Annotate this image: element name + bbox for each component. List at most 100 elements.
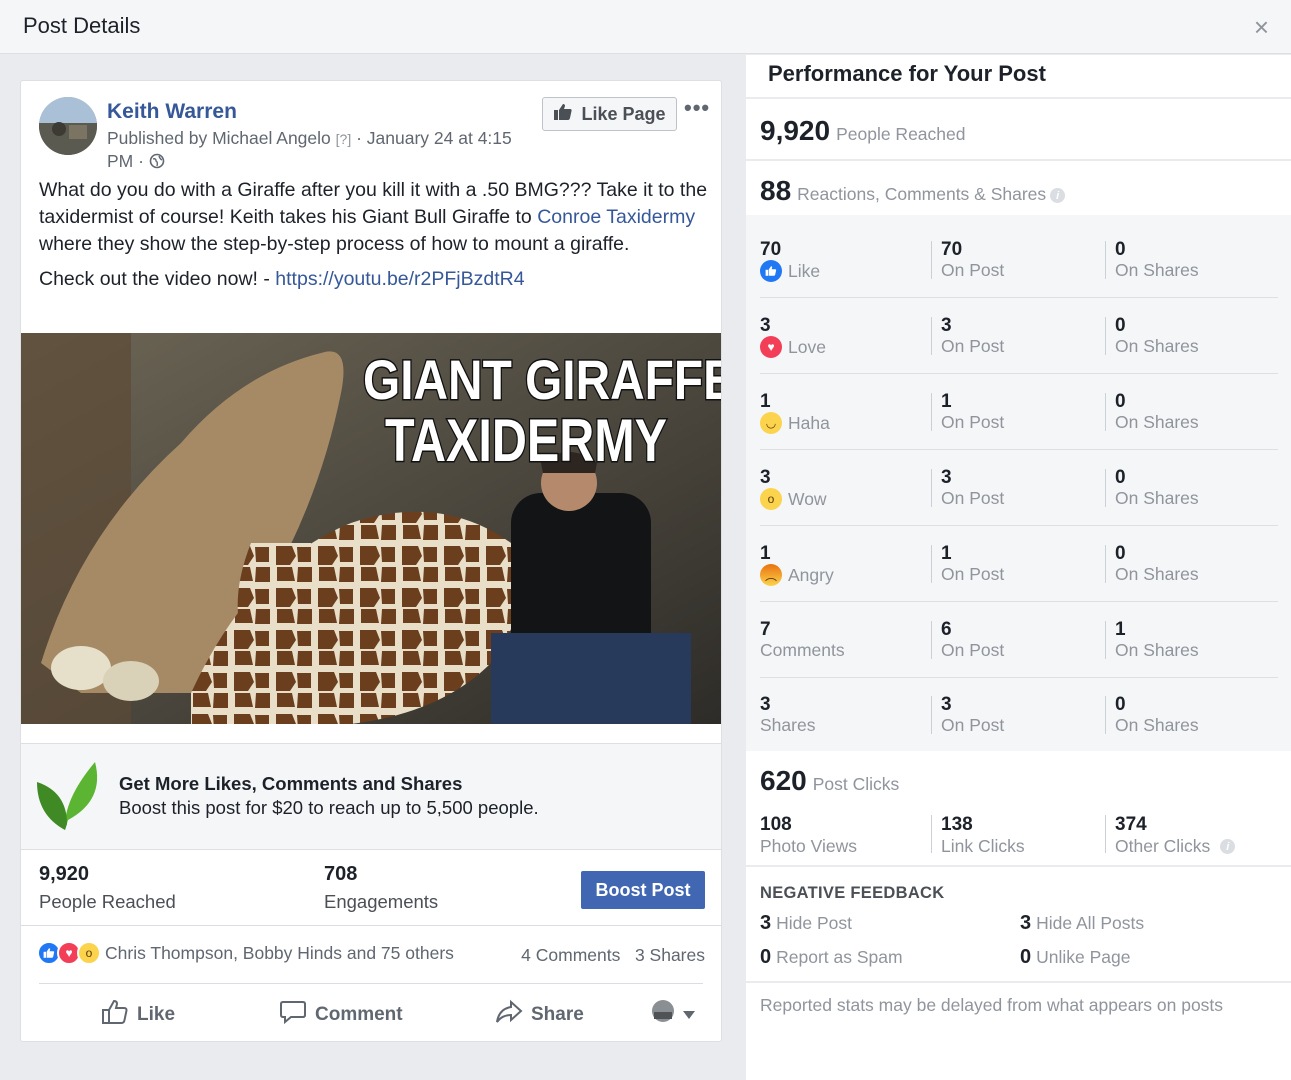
like-count: 70 xyxy=(760,239,782,260)
avatar[interactable] xyxy=(39,97,97,155)
column-separator xyxy=(1105,545,1106,583)
shares-count[interactable]: 3 Shares xyxy=(635,945,705,965)
post-text-part: Check out the video now! - xyxy=(39,268,276,290)
like-button[interactable]: Like xyxy=(101,999,175,1031)
like-reaction-icon xyxy=(760,260,782,282)
angry-reaction-icon: ︵ xyxy=(760,564,782,586)
column-separator xyxy=(1105,696,1106,734)
hide-post-stat: 3 Hide Post xyxy=(760,912,852,935)
on-post-label: On Post xyxy=(941,488,1005,508)
post-card: Keith Warren Published by Michael Angelo… xyxy=(20,80,722,1042)
youtube-link[interactable]: https://youtu.be/r2PFjBzdtR4 xyxy=(275,268,524,290)
wow-count: 3 xyxy=(760,467,771,488)
published-by[interactable]: Published by Michael Angelo xyxy=(107,128,331,148)
haha-label: ◡ Haha xyxy=(760,412,830,434)
photo-views-count: 108 xyxy=(760,814,792,835)
engagement-counts: 4 Comments 3 Shares xyxy=(521,945,705,966)
report-spam-stat: 0 Report as Spam xyxy=(760,946,903,969)
photo-views-label: Photo Views xyxy=(760,836,857,856)
row-divider xyxy=(760,449,1278,450)
on-shares-label: On Shares xyxy=(1115,412,1199,432)
column-separator xyxy=(931,469,932,507)
link-clicks-label: Link Clicks xyxy=(941,836,1025,856)
on-shares-label: On Shares xyxy=(1115,336,1199,356)
on-shares-count: 0 xyxy=(1115,315,1126,336)
like-page-button[interactable]: Like Page xyxy=(542,97,677,131)
on-post-count: 6 xyxy=(941,619,952,640)
wow-reaction-icon: o xyxy=(77,941,101,965)
boost-post-button[interactable]: Boost Post xyxy=(581,871,705,909)
globe-icon xyxy=(149,151,165,171)
more-options-icon[interactable]: ••• xyxy=(684,95,710,121)
column-separator xyxy=(1105,241,1106,279)
author-name[interactable]: Keith Warren xyxy=(107,100,237,124)
chevron-down-icon xyxy=(683,1003,695,1025)
hide-all-label: Hide All Posts xyxy=(1036,913,1145,933)
other-clicks-label: Other Clicks i xyxy=(1115,836,1236,857)
column-separator xyxy=(931,393,932,431)
reactions-section: 88 Reactions, Comments & Shares i xyxy=(746,159,1291,215)
performance-pane: Performance for Your Post 9,920 People Re… xyxy=(746,55,1291,1080)
on-post-label: On Post xyxy=(941,260,1005,280)
column-separator xyxy=(1105,621,1106,659)
post-image[interactable]: GIANT GIRAFFE TAXIDERMY xyxy=(21,333,721,724)
reactions-summary[interactable]: ♥ o Chris Thompson, Bobby Hinds and 75 o… xyxy=(37,941,454,965)
column-separator xyxy=(931,317,932,355)
share-button[interactable]: Share xyxy=(495,999,584,1031)
conroe-taxidermy-link[interactable]: Conroe Taxidermy xyxy=(537,206,695,228)
modal-header: Post Details × xyxy=(0,0,1291,54)
performance-title: Performance for Your Post xyxy=(768,61,1046,86)
column-separator xyxy=(1105,393,1106,431)
post-clicks-label: Post Clicks xyxy=(812,774,900,794)
close-icon[interactable]: × xyxy=(1254,14,1269,40)
column-separator xyxy=(931,815,932,853)
post-text: What do you do with a Giraffe after you … xyxy=(39,177,709,301)
comment-label: Comment xyxy=(315,1004,403,1025)
help-marker[interactable]: [?] xyxy=(336,131,352,147)
report-spam-count: 0 xyxy=(760,946,772,968)
on-post-count: 1 xyxy=(941,391,952,412)
divider xyxy=(39,983,703,984)
comment-button[interactable]: Comment xyxy=(279,999,403,1031)
love-count: 3 xyxy=(760,315,771,336)
reaction-name: Angry xyxy=(788,564,834,585)
reaction-name: Wow xyxy=(788,488,827,509)
on-post-label: On Post xyxy=(941,715,1005,735)
column-separator xyxy=(1105,469,1106,507)
page-avatar-icon xyxy=(651,999,675,1029)
reactions-total-label: Reactions, Comments & Shares xyxy=(797,184,1047,204)
like-page-label: Like Page xyxy=(581,103,666,124)
boost-promo: Get More Likes, Comments and Shares Boos… xyxy=(21,743,721,850)
column-separator xyxy=(931,621,932,659)
engagements-label: Engagements xyxy=(324,891,439,912)
hide-all-posts-stat: 3 Hide All Posts xyxy=(1020,912,1144,935)
reactors-names[interactable]: Chris Thompson, Bobby Hinds and 75 other… xyxy=(105,943,454,964)
wow-reaction-icon: o xyxy=(760,488,782,510)
column-separator xyxy=(931,545,932,583)
on-post-count: 3 xyxy=(941,315,952,336)
info-icon[interactable]: i xyxy=(1220,839,1236,854)
haha-count: 1 xyxy=(760,391,771,412)
hide-post-label: Hide Post xyxy=(776,913,852,933)
link-clicks-count: 138 xyxy=(941,814,973,835)
comment-icon xyxy=(279,999,307,1031)
on-post-label: On Post xyxy=(941,564,1005,584)
post-clicks-total: 620 Post Clicks xyxy=(760,765,899,797)
shares-label: Shares xyxy=(760,715,816,735)
report-spam-label: Report as Spam xyxy=(776,947,903,967)
on-shares-count: 0 xyxy=(1115,694,1126,715)
leaf-icon xyxy=(35,760,105,837)
reaction-name: Love xyxy=(788,336,826,357)
info-icon[interactable]: i xyxy=(1050,188,1066,204)
reactions-breakdown: 70 Like 70 On Post 0 On Shares 3 ♥ Love 3… xyxy=(746,215,1291,751)
column-separator xyxy=(1105,317,1106,355)
on-shares-count: 0 xyxy=(1115,467,1126,488)
angry-label: ︵ Angry xyxy=(760,564,834,586)
hide-post-count: 3 xyxy=(760,912,772,934)
people-reached-label: People Reached xyxy=(836,124,966,144)
share-label: Share xyxy=(531,1004,584,1025)
on-shares-label: On Shares xyxy=(1115,488,1199,508)
comments-count[interactable]: 4 Comments xyxy=(521,945,620,965)
on-post-label: On Post xyxy=(941,336,1005,356)
post-as-selector[interactable] xyxy=(651,999,695,1029)
